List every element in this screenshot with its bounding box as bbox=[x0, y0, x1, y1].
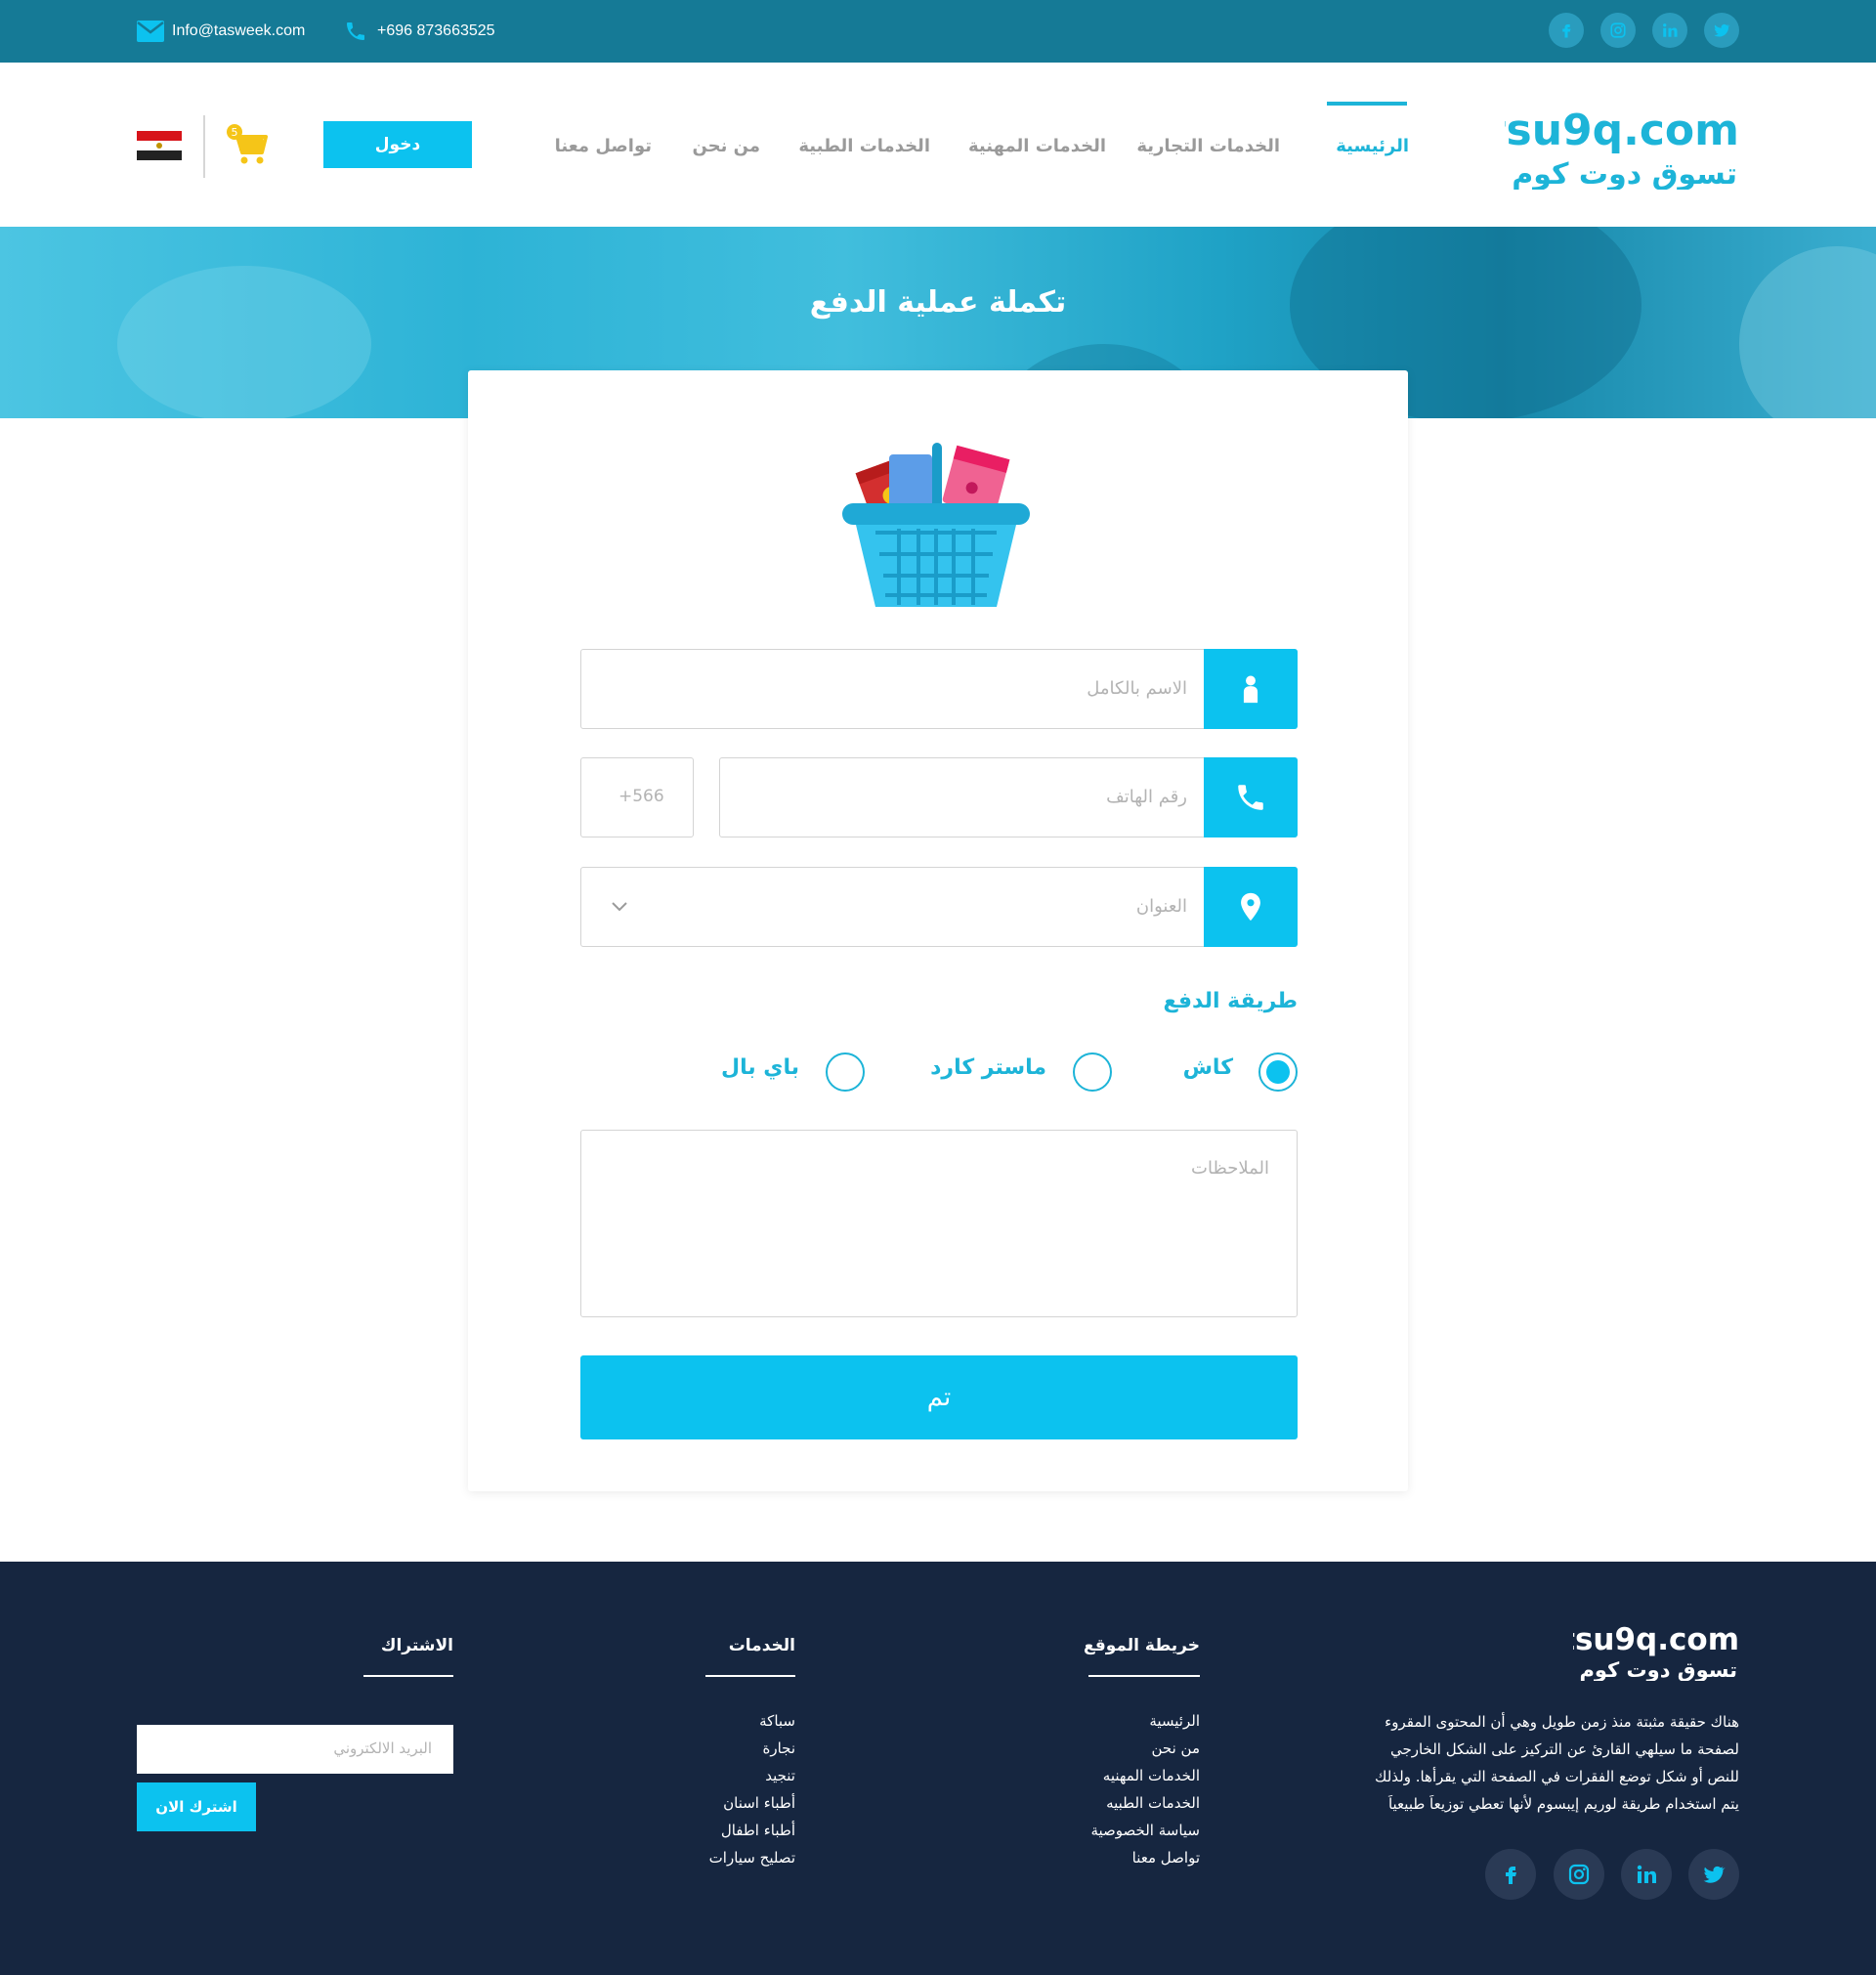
notes-textarea[interactable]: الملاحظات bbox=[580, 1130, 1298, 1317]
email-text: Info@tasweek.com bbox=[172, 22, 306, 39]
footer-instagram-link[interactable] bbox=[1554, 1849, 1604, 1900]
banner-decoration bbox=[1739, 246, 1876, 418]
address-placeholder: العنوان bbox=[1135, 896, 1187, 917]
country-code-input[interactable]: +566 bbox=[580, 757, 694, 837]
footer-link-about[interactable]: من نحن bbox=[1152, 1739, 1201, 1757]
cart-icon[interactable]: 5 bbox=[223, 123, 270, 166]
egypt-flag-icon[interactable] bbox=[137, 131, 182, 160]
footer-logo-arabic: تسوق دوت كوم bbox=[1579, 1658, 1737, 1681]
phone-icon bbox=[347, 22, 364, 40]
instagram-icon bbox=[1610, 22, 1626, 38]
footer-about-line: لصفحة ما سيلهي القارئ عن التركيز على الش… bbox=[1389, 1740, 1739, 1758]
twitter-link[interactable] bbox=[1704, 13, 1739, 48]
page-title: تكملة عملية الدفع bbox=[809, 285, 1067, 320]
nav-contact-us[interactable]: تواصل معنا bbox=[555, 136, 652, 156]
sitemap-title: خريطة الموقع bbox=[1083, 1636, 1200, 1655]
footer-facebook-link[interactable] bbox=[1485, 1849, 1536, 1900]
nav-active-indicator bbox=[1327, 102, 1407, 106]
email-contact[interactable]: Info@tasweek.com bbox=[137, 20, 305, 43]
radio-paypal-label[interactable]: باي بال bbox=[721, 1055, 799, 1080]
facebook-link[interactable] bbox=[1549, 13, 1584, 48]
name-field-icon-box bbox=[1204, 649, 1298, 729]
cart-count: 5 bbox=[232, 126, 238, 139]
address-field-icon-box bbox=[1204, 867, 1298, 947]
main-header: tsu9q.com تسوق دوت كوم الرئيسية الخدمات … bbox=[0, 63, 1876, 227]
linkedin-icon bbox=[1663, 23, 1678, 37]
facebook-icon bbox=[1506, 1867, 1516, 1884]
footer-linkedin-link[interactable] bbox=[1621, 1849, 1672, 1900]
services-title-underline bbox=[705, 1675, 795, 1677]
header-divider bbox=[203, 115, 205, 178]
location-pin-icon bbox=[1241, 892, 1260, 922]
logo-text: tsu9q.com bbox=[1505, 106, 1739, 155]
footer-twitter-link[interactable] bbox=[1688, 1849, 1739, 1900]
radio-cash-label[interactable]: كاش bbox=[1183, 1055, 1233, 1080]
subscribe-title-underline bbox=[363, 1675, 453, 1677]
linkedin-icon bbox=[1637, 1865, 1656, 1883]
logo-arabic: تسوق دوت كوم bbox=[1512, 157, 1737, 190]
phone-icon bbox=[1238, 785, 1263, 810]
radio-mastercard-label[interactable]: ماستر كارد bbox=[930, 1055, 1046, 1080]
linkedin-link[interactable] bbox=[1652, 13, 1687, 48]
phone-field-icon-box bbox=[1204, 757, 1298, 837]
full-name-placeholder: الاسم بالكامل bbox=[1087, 678, 1187, 699]
twitter-icon bbox=[1703, 1866, 1726, 1883]
phone-input[interactable]: رقم الهاتف bbox=[719, 757, 1298, 837]
footer-link-privacy[interactable]: سياسة الخصوصية bbox=[1090, 1822, 1200, 1839]
footer-about-line: يتم استخدام طريقة لوريم إيبسوم لأنها تعط… bbox=[1387, 1795, 1739, 1813]
site-logo[interactable]: tsu9q.com تسوق دوت كوم bbox=[1505, 106, 1739, 190]
submit-button[interactable]: تم bbox=[580, 1355, 1298, 1439]
address-select[interactable]: العنوان bbox=[580, 867, 1298, 947]
nav-commercial-services[interactable]: الخدمات التجارية bbox=[1136, 136, 1280, 156]
login-button[interactable]: دخول bbox=[323, 121, 472, 168]
services-title: الخدمات bbox=[728, 1636, 795, 1655]
phone-contact[interactable]: +696 873663525 bbox=[342, 20, 495, 43]
footer-about-line: هناك حقيقة مثبتة منذ زمن طويل وهي أن الم… bbox=[1385, 1713, 1739, 1731]
subscribe-email-input[interactable]: البريد الالكتروني bbox=[137, 1725, 453, 1774]
radio-mastercard[interactable] bbox=[1073, 1052, 1112, 1092]
footer-service-carpentry[interactable]: نجارة bbox=[762, 1739, 795, 1757]
facebook-icon bbox=[1562, 24, 1571, 38]
sitemap-title-underline bbox=[1088, 1675, 1200, 1677]
shopping-basket-icon bbox=[842, 443, 1030, 607]
country-code-placeholder: +566 bbox=[618, 787, 664, 806]
footer-service-car-repair[interactable]: تصليح سيارات bbox=[709, 1849, 795, 1867]
footer-service-dentists[interactable]: أطباء اسنان bbox=[723, 1794, 795, 1812]
footer-logo[interactable]: tsu9q.com تسوق دوت كوم bbox=[1573, 1622, 1739, 1681]
footer-link-contact[interactable]: تواصل معنا bbox=[1132, 1849, 1200, 1867]
instagram-icon bbox=[1568, 1864, 1590, 1885]
subscribe-button[interactable]: اشترك الان bbox=[137, 1782, 256, 1831]
nav-professional-services[interactable]: الخدمات المهنية bbox=[968, 136, 1106, 156]
chevron-down-icon bbox=[612, 902, 627, 912]
footer-link-professional[interactable]: الخدمات المهنيه bbox=[1103, 1767, 1200, 1784]
footer-logo-text: tsu9q.com bbox=[1573, 1622, 1739, 1657]
footer-service-upholstery[interactable]: تنجيد bbox=[765, 1767, 795, 1784]
radio-cash[interactable] bbox=[1258, 1052, 1298, 1092]
top-bar: Info@tasweek.com +696 873663525 bbox=[0, 0, 1876, 63]
twitter-icon bbox=[1714, 23, 1730, 37]
footer-about-line: للنص أو شكل توضع الفقرات في الصفحة التي … bbox=[1375, 1768, 1739, 1785]
radio-paypal[interactable] bbox=[826, 1052, 865, 1092]
mail-icon bbox=[137, 21, 164, 42]
footer-link-medical[interactable]: الخدمات الطبيه bbox=[1106, 1794, 1200, 1812]
footer-about-text: هناك حقيقة مثبتة منذ زمن طويل وهي أن الم… bbox=[1329, 1708, 1739, 1818]
phone-text: +696 873663525 bbox=[377, 22, 495, 39]
phone-placeholder: رقم الهاتف bbox=[1106, 787, 1187, 807]
footer-service-plumbing[interactable]: سباكة bbox=[759, 1712, 795, 1730]
subscribe-title: الاشتراك bbox=[380, 1636, 453, 1655]
footer-service-pediatricians[interactable]: أطباء اطفال bbox=[721, 1822, 795, 1839]
payment-method-title: طريقة الدفع bbox=[1163, 989, 1298, 1013]
nav-home[interactable]: الرئيسية bbox=[1336, 136, 1409, 156]
instagram-link[interactable] bbox=[1600, 13, 1636, 48]
nav-about-us[interactable]: من نحن bbox=[692, 136, 760, 156]
nav-medical-services[interactable]: الخدمات الطبية bbox=[798, 136, 930, 156]
footer-link-home[interactable]: الرئيسية bbox=[1149, 1712, 1200, 1730]
subscribe-email-placeholder: البريد الالكتروني bbox=[333, 1739, 432, 1757]
full-name-input[interactable]: الاسم بالكامل bbox=[580, 649, 1298, 729]
user-icon bbox=[1243, 675, 1258, 704]
notes-placeholder: الملاحظات bbox=[1191, 1158, 1269, 1179]
